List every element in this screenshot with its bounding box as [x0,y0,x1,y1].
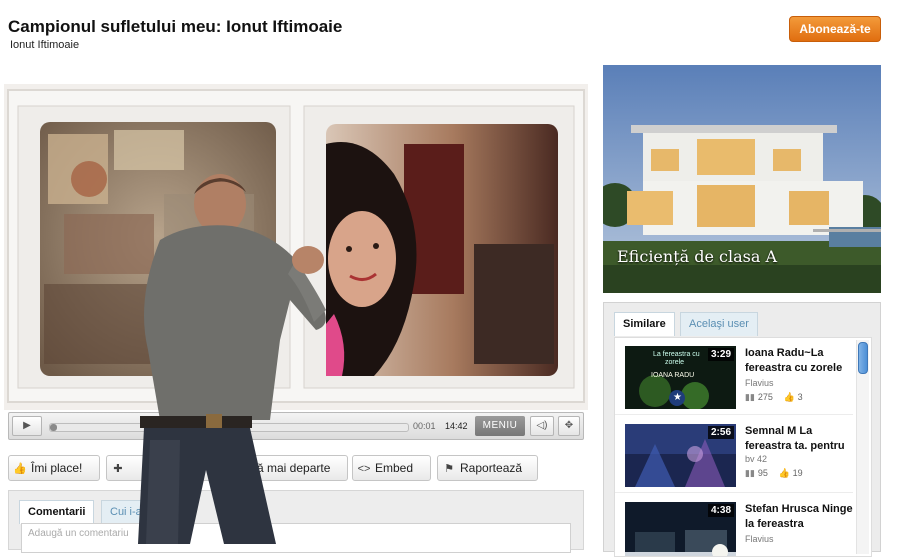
related-author[interactable]: Flavius [745,534,774,544]
video-thumbnail[interactable]: ★ La fereastra cu zorele IOANA RADU 3:29 [625,346,736,409]
like-button[interactable]: 👍 Îmi place! [8,455,100,481]
scroll-thumb[interactable] [858,342,868,374]
thumb-text-2: zorele [665,359,684,366]
fullscreen-button[interactable]: ✥ [558,416,580,436]
views-count: 275 [757,392,773,402]
related-author[interactable]: Flavius [745,378,774,388]
flag-icon: ⚑ [444,463,454,475]
tab-comments[interactable]: Comentarii [19,500,95,524]
related-item[interactable]: 2:56 Semnal M La fereastra ta. pentru bv… [615,416,853,493]
subscribe-button[interactable]: Abonează-te [789,16,881,42]
views-count: 95 [757,468,768,478]
tab-similar[interactable]: Similare [614,312,675,336]
ad-caption: Eficiență de clasa A [617,247,778,266]
video-duration: 4:38 [707,504,734,517]
related-title[interactable]: Ioana Radu~La fereastra cu zorele [745,346,853,376]
likes-count: 3 [797,392,803,402]
thumbs-up-icon: 👍 [783,392,795,402]
code-icon: <> [357,463,371,475]
related-list: ★ La fereastra cu zorele IOANA RADU 3:29… [614,337,872,557]
tab-same-user[interactable]: Acelaşi user [680,312,758,336]
views-icon: ▮▮ [745,392,755,402]
current-time: 00:01 [413,421,436,431]
related-item[interactable]: 4:38 Stefan Hrusca Ninge la fereastra Fl… [615,494,853,556]
ad-banner[interactable]: Eficiență de clasa A [603,65,881,293]
report-button[interactable]: ⚑ Raportează [437,455,538,481]
embed-button[interactable]: <> Embed [352,455,431,481]
menu-button[interactable]: MENIU [475,416,525,436]
thumb-text-1: La fereastra cu [653,351,700,358]
video-duration: 2:56 [707,426,734,439]
play-button[interactable]: ▶ [12,416,42,436]
related-item[interactable]: ★ La fereastra cu zorele IOANA RADU 3:29… [615,338,853,415]
thumb-text-3: IOANA RADU [651,372,694,379]
thumbs-up-icon: 👍 [13,463,27,475]
views-icon: ▮▮ [745,468,755,478]
video-duration: 3:29 [707,348,734,361]
volume-button[interactable]: ◁) [530,416,554,436]
related-panel: Similare Acelaşi user ★ La fereastra cu … [603,302,881,557]
channel-name[interactable]: Ionut Iftimoaie [10,39,79,51]
scrollbar[interactable] [856,340,869,554]
total-time: 14:42 [445,421,468,431]
play-icon: ▶ [23,420,31,431]
person-image [120,170,330,544]
related-author[interactable]: bv 42 [745,454,767,464]
page-title: Campionul sufletului meu: Ionut Iftimoai… [8,17,343,36]
related-title[interactable]: Semnal M La fereastra ta. pentru [745,424,853,454]
thumbs-up-icon: 👍 [778,468,790,478]
video-thumbnail[interactable]: 4:38 [625,502,736,556]
like-label: Îmi place! [31,461,83,475]
seek-progress [50,424,58,431]
report-label: Raportează [460,461,523,475]
fullscreen-icon: ✥ [564,420,574,431]
svg-text:★: ★ [673,392,682,403]
video-thumbnail[interactable]: 2:56 [625,424,736,487]
related-title[interactable]: Stefan Hrusca Ninge la fereastra [745,502,853,532]
embed-label: Embed [375,461,414,475]
speaker-icon: ◁) [536,420,548,431]
likes-count: 19 [792,468,803,478]
